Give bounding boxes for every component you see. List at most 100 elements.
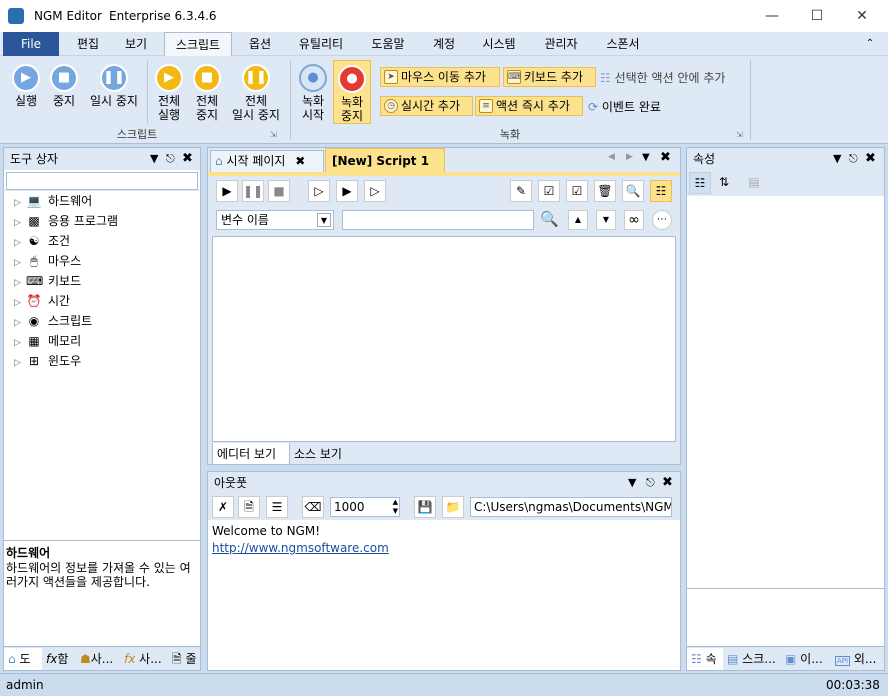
expand-icon[interactable]: ▷: [14, 293, 26, 313]
run-from-icon[interactable]: ▶: [336, 180, 358, 202]
menu-options[interactable]: 옵션: [240, 32, 280, 56]
add-action-now-button[interactable]: ≡ 액션 즉시 추가: [475, 96, 583, 116]
add-keyboard-button[interactable]: ⌨ 키보드 추가: [503, 67, 596, 87]
scroll-left-icon[interactable]: ◀: [608, 152, 615, 162]
search-icon[interactable]: 🔍: [540, 210, 559, 228]
expand-icon[interactable]: ▷: [14, 213, 26, 233]
expand-icon[interactable]: ▷: [14, 333, 26, 353]
toolbox-item-time[interactable]: ▷ ⏰ 시간: [14, 291, 70, 311]
delete-icon[interactable]: 🗑: [594, 180, 616, 202]
dialog-launcher-icon[interactable]: ⇲: [270, 130, 277, 139]
menu-view[interactable]: 보기: [115, 32, 157, 56]
sort-alpha-icon[interactable]: ⇅: [713, 172, 735, 194]
menu-edit[interactable]: 편집: [66, 32, 110, 56]
stop-icon[interactable]: ■: [268, 180, 290, 202]
menu-file[interactable]: File: [3, 32, 59, 56]
run-button[interactable]: ▶ 실행: [8, 64, 44, 108]
maximize-button[interactable]: ☐: [802, 4, 832, 28]
record-start-button[interactable]: ● 녹화 시작: [296, 64, 330, 122]
list-icon[interactable]: ☰: [266, 496, 288, 518]
menu-sponsor[interactable]: 스폰서: [598, 32, 648, 56]
tab-properties[interactable]: ☷ 속: [687, 648, 723, 670]
close-tab-icon[interactable]: ✖: [295, 154, 305, 168]
variable-select[interactable]: 변수 이름 ▼: [216, 210, 334, 230]
line-count-stepper[interactable]: 1000 ▲ ▼: [330, 497, 400, 517]
search-icon[interactable]: 🔍: [622, 180, 644, 202]
save-icon[interactable]: 💾: [414, 496, 436, 518]
play-icon[interactable]: ▶: [216, 180, 238, 202]
tab-script-1[interactable]: [New] Script 1 ✖: [325, 148, 445, 192]
check-icon[interactable]: ☑: [566, 180, 588, 202]
tab-user-1[interactable]: ☗사...: [76, 648, 120, 670]
variable-search-input[interactable]: [342, 210, 534, 230]
move-up-icon[interactable]: ▲: [568, 210, 588, 230]
chevron-down-icon[interactable]: ▼: [317, 213, 331, 227]
expand-icon[interactable]: ▷: [14, 233, 26, 253]
eraser-icon[interactable]: ⌫: [302, 496, 324, 518]
dropdown-icon[interactable]: ▼: [833, 148, 841, 170]
tab-source-view[interactable]: 소스 보기: [290, 443, 350, 465]
event-complete-button[interactable]: ⟳ 이벤트 완료: [588, 98, 661, 115]
minimize-button[interactable]: —: [757, 4, 787, 28]
tab-image[interactable]: ▣ 이...: [781, 648, 831, 670]
run-all-button[interactable]: ▶ 전체 실행: [152, 64, 186, 122]
expand-icon[interactable]: ▷: [14, 313, 26, 333]
expand-icon[interactable]: ▷: [14, 193, 26, 213]
menu-account[interactable]: 계정: [424, 32, 464, 56]
tab-start-page[interactable]: ⌂ 시작 페이지 ✖: [210, 150, 324, 172]
step-icon[interactable]: ▷: [308, 180, 330, 202]
check-all-icon[interactable]: ☑: [538, 180, 560, 202]
toolbox-item-memory[interactable]: ▷ ▦ 메모리: [14, 331, 81, 351]
dropdown-icon[interactable]: ▼: [628, 472, 636, 494]
toolbox-item-keyboard[interactable]: ▷ ⌨ 키보드: [14, 271, 81, 291]
close-icon[interactable]: ✖: [660, 150, 671, 165]
stop-button[interactable]: ■ 중지: [46, 64, 82, 108]
pin-icon[interactable]: ⎋: [646, 472, 655, 494]
close-icon[interactable]: ✖: [182, 148, 193, 170]
tab-line[interactable]: 🗎 줄: [168, 648, 200, 670]
toolbox-item-window[interactable]: ▷ ⊞ 윈도우: [14, 351, 81, 371]
expand-icon[interactable]: ▷: [14, 273, 26, 293]
tab-functions[interactable]: fx함: [42, 648, 76, 670]
toolbox-search-input[interactable]: [6, 172, 198, 190]
toolbox-item-application[interactable]: ▷ ▩ 응용 프로그램: [14, 211, 118, 231]
categorized-icon[interactable]: ☷: [689, 172, 711, 194]
document-settings-icon[interactable]: 🗎: [238, 496, 260, 518]
collapse-ribbon-icon[interactable]: ⌃: [860, 32, 880, 56]
expand-icon[interactable]: ▷: [14, 253, 26, 273]
edit-icon[interactable]: ✎: [510, 180, 532, 202]
toolbox-item-script[interactable]: ▷ ◉ 스크립트: [14, 311, 92, 331]
toolbox-item-condition[interactable]: ▷ ☯ 조건: [14, 231, 70, 251]
property-pages-icon[interactable]: ▤: [743, 172, 765, 194]
stepper-arrows-icon[interactable]: ▲ ▼: [393, 498, 398, 516]
close-icon[interactable]: ✖: [662, 472, 673, 494]
loop-icon[interactable]: ∞: [624, 210, 644, 230]
move-down-icon[interactable]: ▼: [596, 210, 616, 230]
toolbox-item-hardware[interactable]: ▷ 💻 하드웨어: [14, 191, 92, 211]
record-stop-button[interactable]: ● 녹화 중지: [333, 60, 371, 124]
tab-list-icon[interactable]: ▼: [642, 152, 650, 163]
toolbox-item-mouse[interactable]: ▷ 🖱 마우스: [14, 251, 81, 271]
more-icon[interactable]: ⋯: [652, 210, 672, 230]
menu-system[interactable]: 시스템: [474, 32, 524, 56]
pause-button[interactable]: ❚❚ 일시 중지: [86, 64, 142, 108]
menu-script[interactable]: 스크립트: [164, 32, 232, 56]
tab-toolbox[interactable]: ⌂ 도: [4, 648, 42, 670]
tab-script-props[interactable]: ▤ 스크...: [723, 648, 781, 670]
broom-icon[interactable]: ✗: [212, 496, 234, 518]
menu-admin[interactable]: 관리자: [534, 32, 588, 56]
add-into-selected-button[interactable]: ☷ 선택한 액션 안에 추가: [600, 69, 725, 86]
pin-icon[interactable]: ⎋: [849, 148, 858, 170]
log-path-field[interactable]: C:\Users\ngmas\Documents\NGM6\: [470, 497, 672, 517]
tree-view-icon[interactable]: ☷: [650, 180, 672, 202]
pin-icon[interactable]: ⎋: [166, 148, 175, 170]
script-canvas[interactable]: [212, 236, 676, 442]
pause-icon[interactable]: ❚❚: [242, 180, 264, 202]
add-realtime-button[interactable]: ◷ 실시간 추가: [380, 96, 473, 116]
close-window-button[interactable]: ✕: [847, 4, 877, 28]
menu-utility[interactable]: 유틸리티: [290, 32, 352, 56]
dialog-launcher-icon-2[interactable]: ⇲: [736, 130, 743, 139]
menu-help[interactable]: 도움말: [362, 32, 414, 56]
run-selected-icon[interactable]: ▷: [364, 180, 386, 202]
close-icon[interactable]: ✖: [865, 148, 876, 170]
